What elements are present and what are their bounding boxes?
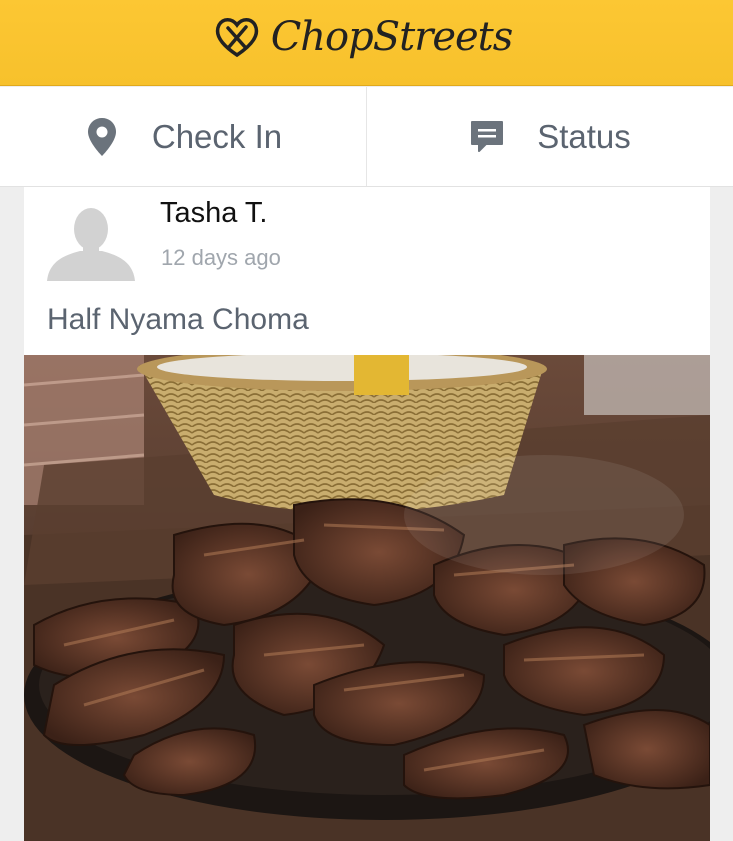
post-timestamp: 12 days ago — [161, 245, 281, 270]
location-pin-icon — [84, 117, 120, 157]
post-title: Half Nyama Choma — [47, 303, 309, 336]
food-photo[interactable] — [24, 355, 710, 841]
chat-bubble-icon — [469, 117, 505, 157]
check-in-button[interactable]: Check In — [0, 87, 366, 186]
post-card[interactable]: Tasha T. 12 days ago Half Nyama Choma — [24, 187, 710, 841]
fork-knife-heart-icon — [215, 17, 258, 57]
brand[interactable]: ChopStreets — [211, 11, 513, 63]
action-bar: Check In Status — [0, 87, 733, 187]
check-in-label: Check In — [151, 117, 283, 155]
avatar[interactable] — [47, 199, 135, 281]
brand-name: ChopStreets — [270, 13, 514, 60]
status-label: Status — [537, 117, 631, 155]
feed: Tasha T. 12 days ago Half Nyama Choma — [0, 187, 733, 841]
status-button[interactable]: Status — [366, 87, 733, 186]
app-header: ChopStreets — [0, 0, 733, 86]
user-name[interactable]: Tasha T. — [160, 197, 267, 230]
